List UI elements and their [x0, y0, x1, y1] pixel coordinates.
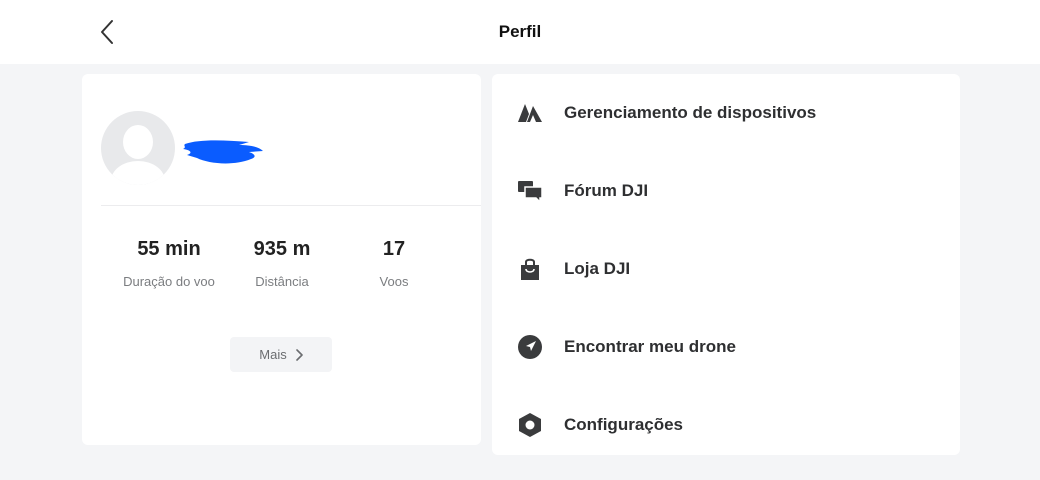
avatar-head [123, 125, 153, 159]
menu-card: Gerenciamento de dispositivos Fórum DJI … [492, 74, 960, 455]
device-management-icon [516, 99, 544, 127]
more-button[interactable]: Mais [230, 337, 332, 372]
find-drone-icon [516, 333, 544, 361]
menu-item-store[interactable]: Loja DJI [492, 230, 960, 308]
stat-label: Duração do voo [123, 274, 215, 289]
chevron-left-icon [101, 20, 113, 44]
stat-label: Voos [379, 274, 409, 289]
avatar-body [111, 161, 165, 185]
menu-item-find-drone[interactable]: Encontrar meu drone [492, 308, 960, 386]
chevron-right-icon [295, 348, 303, 361]
stat-flights: 17 Voos [339, 238, 449, 289]
menu-item-device-management[interactable]: Gerenciamento de dispositivos [492, 74, 960, 152]
settings-icon [516, 411, 544, 439]
page-title: Perfil [498, 22, 542, 41]
menu-item-label: Fórum DJI [564, 181, 649, 200]
menu-item-forum[interactable]: Fórum DJI [492, 152, 960, 230]
stat-flight-duration: 55 min Duração do voo [114, 238, 224, 289]
username-redaction [183, 140, 263, 164]
more-button-label: Mais [259, 347, 287, 362]
stat-value: 55 min [137, 238, 201, 260]
menu-item-label: Encontrar meu drone [564, 337, 736, 356]
menu-item-label: Gerenciamento de dispositivos [564, 103, 817, 122]
avatar[interactable] [101, 111, 175, 185]
forum-icon [516, 177, 544, 205]
menu-item-label: Configurações [564, 415, 684, 434]
menu-item-label: Loja DJI [564, 259, 631, 278]
profile-divider [101, 205, 481, 206]
menu-item-settings[interactable]: Configurações [492, 386, 960, 464]
stat-label: Distância [255, 274, 309, 289]
stat-value: 17 [382, 238, 406, 260]
back-button[interactable] [92, 14, 122, 50]
profile-card: 55 min Duração do voo 935 m Distância 17… [82, 74, 481, 445]
shopping-bag-icon [516, 255, 544, 283]
stat-distance: 935 m Distância [227, 238, 337, 289]
top-bar: Perfil [0, 0, 1040, 64]
stat-value: 935 m [253, 238, 311, 260]
